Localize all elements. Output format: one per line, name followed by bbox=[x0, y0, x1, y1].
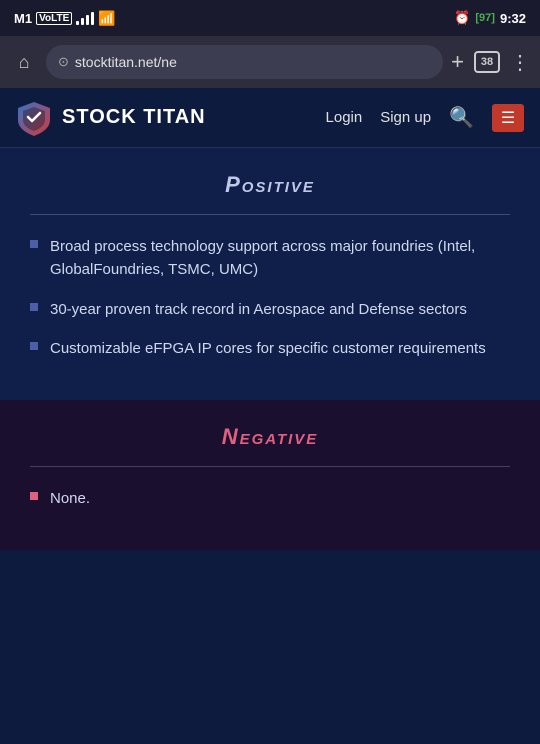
status-bar: M1 VoLTE 📶 ⏰ [97] 9:32 bbox=[0, 0, 540, 36]
tab-count-button[interactable]: 38 bbox=[474, 51, 500, 73]
list-item: 30-year proven track record in Aerospace… bbox=[30, 298, 510, 321]
bullet-icon bbox=[30, 240, 38, 248]
login-link[interactable]: Login bbox=[326, 109, 363, 126]
negative-divider bbox=[30, 466, 510, 467]
browser-actions: + 38 ⋮ bbox=[451, 50, 530, 75]
home-icon: ⌂ bbox=[19, 52, 30, 73]
negative-bullet-list: None. bbox=[30, 487, 510, 510]
status-right: ⏰ [97] 9:32 bbox=[454, 10, 526, 26]
time-label: 9:32 bbox=[500, 11, 526, 26]
hamburger-button[interactable]: ☰ bbox=[492, 104, 524, 132]
home-button[interactable]: ⌂ bbox=[10, 48, 38, 76]
positive-section: Positive Broad process technology suppor… bbox=[0, 148, 540, 400]
browser-bar: ⌂ ⊙ stocktitan.net/ne + 38 ⋮ bbox=[0, 36, 540, 88]
wifi-icon: 📶 bbox=[98, 10, 115, 27]
carrier-label: M1 bbox=[14, 11, 32, 26]
positive-bullet-list: Broad process technology support across … bbox=[30, 235, 510, 360]
positive-title: Positive bbox=[30, 172, 510, 198]
positive-divider bbox=[30, 214, 510, 215]
nav-links: Login Sign up 🔍 ☰ bbox=[326, 104, 524, 132]
logo-shield-icon bbox=[16, 100, 52, 136]
hamburger-icon: ☰ bbox=[501, 108, 515, 128]
status-left: M1 VoLTE 📶 bbox=[14, 10, 116, 27]
negative-section: Negative None. bbox=[0, 400, 540, 550]
list-item: None. bbox=[30, 487, 510, 510]
negative-title: Negative bbox=[30, 424, 510, 450]
more-options-button[interactable]: ⋮ bbox=[510, 50, 530, 75]
bullet-icon bbox=[30, 492, 38, 500]
bullet-icon bbox=[30, 342, 38, 350]
security-icon: ⊙ bbox=[58, 54, 69, 70]
url-text: stocktitan.net/ne bbox=[75, 54, 177, 70]
address-bar[interactable]: ⊙ stocktitan.net/ne bbox=[46, 45, 443, 79]
signup-link[interactable]: Sign up bbox=[380, 109, 431, 126]
list-item: Broad process technology support across … bbox=[30, 235, 510, 282]
bullet-icon bbox=[30, 303, 38, 311]
list-item: Customizable eFPGA IP cores for specific… bbox=[30, 337, 510, 360]
volte-badge: VoLTE bbox=[36, 12, 72, 25]
battery-icon: [97] bbox=[475, 12, 495, 24]
new-tab-button[interactable]: + bbox=[451, 51, 464, 73]
nav-bar: STOCK TITAN Login Sign up 🔍 ☰ bbox=[0, 88, 540, 148]
signal-icon bbox=[76, 12, 94, 25]
search-icon[interactable]: 🔍 bbox=[449, 105, 474, 130]
alarm-icon: ⏰ bbox=[454, 10, 470, 26]
logo-text: STOCK TITAN bbox=[62, 106, 206, 129]
logo-area: STOCK TITAN bbox=[16, 100, 326, 136]
content-area: Positive Broad process technology suppor… bbox=[0, 148, 540, 744]
